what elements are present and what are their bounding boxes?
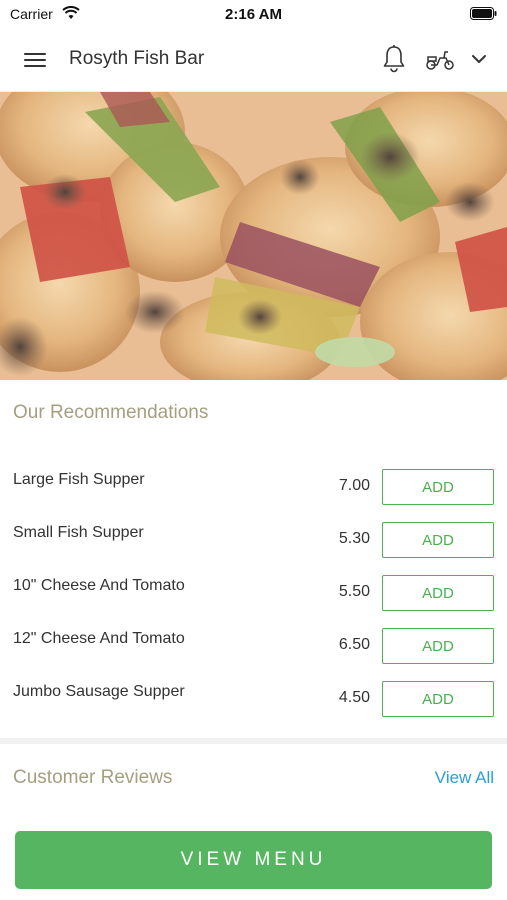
item-price: 7.00 bbox=[338, 477, 370, 494]
bell-icon[interactable] bbox=[380, 44, 408, 74]
list-item: Large Fish Supper 7.00 ADD bbox=[0, 460, 507, 513]
kebab-skewer-illustration bbox=[0, 92, 507, 380]
add-button[interactable]: ADD bbox=[382, 522, 494, 558]
item-price: 5.50 bbox=[338, 583, 370, 600]
add-button[interactable]: ADD bbox=[382, 469, 494, 505]
section-divider bbox=[0, 738, 507, 744]
add-button[interactable]: ADD bbox=[382, 575, 494, 611]
item-price: 5.30 bbox=[338, 530, 370, 547]
list-item: Small Fish Supper 5.30 ADD bbox=[0, 513, 507, 566]
view-menu-button[interactable]: VIEW MENU bbox=[15, 831, 492, 889]
add-button[interactable]: ADD bbox=[382, 628, 494, 664]
item-name: Large Fish Supper bbox=[13, 471, 145, 488]
app-header: Rosyth Fish Bar bbox=[0, 28, 507, 92]
reviews-title: Customer Reviews bbox=[13, 767, 173, 788]
menu-icon[interactable] bbox=[20, 48, 50, 72]
status-bar: Carrier 2:16 AM bbox=[0, 0, 507, 28]
recommendations-title: Our Recommendations bbox=[13, 402, 209, 423]
list-item: Jumbo Sausage Supper 4.50 ADD bbox=[0, 672, 507, 725]
hero-food-image bbox=[0, 92, 507, 380]
item-name: 12" Cheese And Tomato bbox=[13, 630, 185, 647]
item-price: 6.50 bbox=[338, 636, 370, 653]
view-all-reviews-link[interactable]: View All bbox=[435, 768, 494, 788]
add-button[interactable]: ADD bbox=[382, 681, 494, 717]
item-price: 4.50 bbox=[338, 689, 370, 706]
list-item: 10" Cheese And Tomato 5.50 ADD bbox=[0, 566, 507, 619]
scooter-icon[interactable] bbox=[424, 46, 456, 72]
restaurant-title: Rosyth Fish Bar bbox=[69, 48, 205, 69]
status-time: 2:16 AM bbox=[225, 6, 282, 23]
recommendations-list: Large Fish Supper 7.00 ADD Small Fish Su… bbox=[0, 460, 507, 725]
chevron-down-icon[interactable] bbox=[470, 50, 488, 68]
list-item: 12" Cheese And Tomato 6.50 ADD bbox=[0, 619, 507, 672]
item-name: Jumbo Sausage Supper bbox=[13, 683, 185, 700]
battery-icon bbox=[470, 7, 497, 20]
item-name: Small Fish Supper bbox=[13, 524, 144, 541]
item-name: 10" Cheese And Tomato bbox=[13, 577, 185, 594]
